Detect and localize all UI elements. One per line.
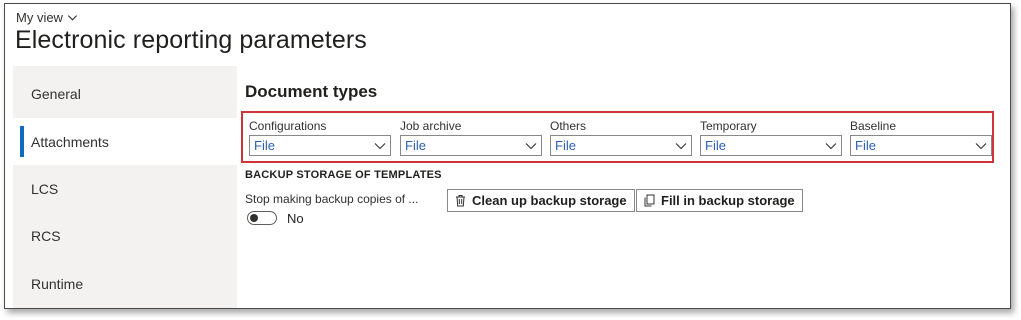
field-label: Configurations (249, 119, 327, 133)
page-header: My view Electronic reporting parameters (5, 4, 1010, 66)
clean-up-backup-button[interactable]: Clean up backup storage (447, 189, 635, 212)
fill-in-backup-button[interactable]: Fill in backup storage (636, 189, 803, 212)
others-select[interactable]: File (550, 135, 692, 156)
chevron-down-icon (525, 143, 537, 150)
toggle-state-text: No (287, 211, 304, 226)
field-label: Temporary (700, 119, 757, 133)
sidebar-item-runtime[interactable]: Runtime (13, 260, 237, 307)
chevron-down-icon (825, 143, 837, 150)
view-selector[interactable]: My view (16, 10, 78, 25)
configurations-field: Configurations File (249, 119, 391, 156)
field-label: Others (550, 119, 587, 133)
backup-section-heading: BACKUP STORAGE OF TEMPLATES (245, 169, 442, 181)
sidebar-nav: General Attachments LCS RCS Runtime (13, 66, 237, 308)
job-archive-select[interactable]: File (400, 135, 542, 156)
field-label: Job archive (400, 119, 462, 133)
baseline-select[interactable]: File (850, 135, 992, 156)
sidebar-item-label: RCS (31, 227, 61, 244)
button-label: Fill in backup storage (661, 193, 795, 208)
sidebar-item-attachments[interactable]: Attachments (13, 118, 237, 165)
configurations-select[interactable]: File (249, 135, 391, 156)
chevron-down-icon (67, 15, 77, 21)
select-value: File (405, 138, 426, 153)
sidebar-item-general[interactable]: General (13, 70, 237, 117)
select-value: File (254, 138, 275, 153)
job-archive-field: Job archive File (400, 119, 542, 156)
sidebar-item-label: General (31, 85, 81, 102)
page-body: General Attachments LCS RCS Runtime Docu… (5, 66, 1010, 308)
sidebar-item-label: Attachments (31, 133, 109, 150)
sidebar-item-label: LCS (31, 180, 59, 197)
toggle-knob (250, 214, 258, 222)
temporary-field: Temporary File (700, 119, 842, 156)
copy-icon (644, 194, 655, 207)
chevron-down-icon (374, 143, 386, 150)
select-value: File (705, 138, 726, 153)
section-title: Document types (245, 82, 378, 101)
others-field: Others File (550, 119, 692, 156)
sidebar-item-label: Runtime (31, 275, 84, 292)
page-title: Electronic reporting parameters (15, 26, 367, 54)
sidebar-item-rcs[interactable]: RCS (13, 212, 237, 259)
trash-icon (456, 195, 465, 207)
chevron-down-icon (975, 143, 987, 150)
baseline-field: Baseline File (850, 119, 992, 156)
app-window: My view Electronic reporting parameters … (4, 3, 1011, 309)
sidebar-item-lcs[interactable]: LCS (13, 165, 237, 212)
field-label: Baseline (850, 119, 897, 133)
stop-backup-toggle[interactable] (247, 211, 277, 225)
temporary-select[interactable]: File (700, 135, 842, 156)
button-label: Clean up backup storage (472, 193, 627, 208)
view-selector-label: My view (16, 10, 63, 25)
select-value: File (855, 138, 876, 153)
document-types-group: Configurations File Job archive File Oth… (241, 111, 994, 163)
chevron-down-icon (675, 143, 687, 150)
main-content: Document types Configurations File Job a… (237, 66, 1010, 308)
select-value: File (555, 138, 576, 153)
stop-backup-label: Stop making backup copies of ... (245, 192, 419, 206)
